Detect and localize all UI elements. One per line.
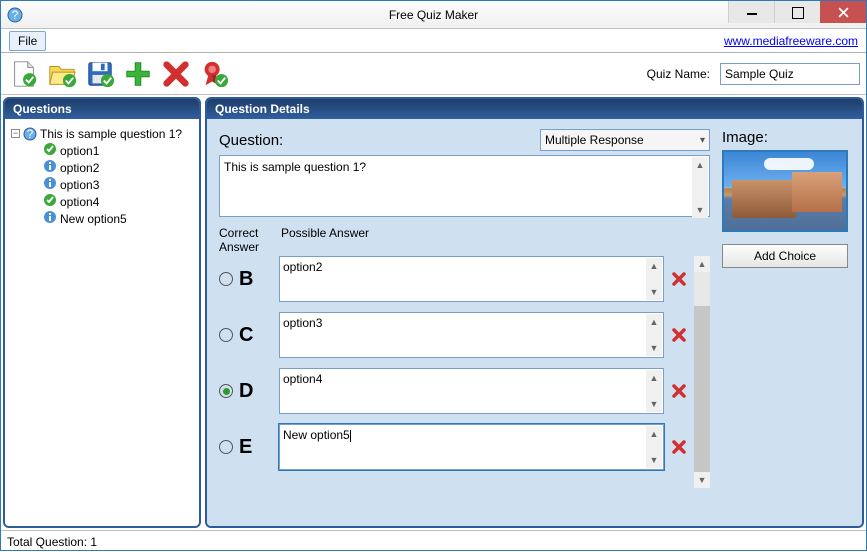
correct-answer-radio[interactable] [219,384,233,398]
chevron-down-icon: ▾ [700,135,705,146]
answer-text-input[interactable]: New option5 [279,424,664,470]
delete-answer-button[interactable] [670,382,688,400]
questions-panel-header: Questions [5,99,199,119]
delete-button[interactable] [159,57,193,91]
file-menu[interactable]: File [9,31,46,51]
scroll-down-icon[interactable]: ▼ [692,202,708,218]
svg-text:?: ? [27,127,34,141]
scroll-down-icon[interactable]: ▼ [646,396,662,412]
scroll-down-icon[interactable]: ▼ [646,284,662,300]
scrollbar-thumb[interactable] [694,306,710,472]
tree-item[interactable]: option1 [7,142,197,159]
answer-scrollbar[interactable]: ▲ ▼ [646,258,662,300]
check-icon [43,142,57,159]
tree-root[interactable]: − ? This is sample question 1? [7,125,197,142]
answer-scrollbar[interactable]: ▲ ▼ [646,426,662,468]
title-bar: ? Free Quiz Maker [1,1,866,29]
image-label: Image: [722,129,850,146]
answer-row: C option3 ▲ ▼ [219,312,688,358]
question-label: Question: [219,132,283,149]
tree-item[interactable]: option4 [7,193,197,210]
question-type-value: Multiple Response [545,133,644,147]
new-quiz-button[interactable] [7,57,41,91]
toolbar: Quiz Name: [1,53,866,95]
question-image[interactable] [722,150,848,232]
tree-item-label: option4 [60,195,99,209]
scroll-up-icon[interactable]: ▲ [646,370,662,386]
answer-row: E New option5 ▲ ▼ [219,424,688,470]
scroll-down-icon[interactable]: ▼ [646,340,662,356]
answer-text-input[interactable]: option4 [279,368,664,414]
tree-root-label: This is sample question 1? [40,127,182,141]
delete-answer-button[interactable] [670,270,688,288]
open-quiz-button[interactable] [45,57,79,91]
award-button[interactable] [197,57,231,91]
correct-answer-radio[interactable] [219,328,233,342]
delete-answer-button[interactable] [670,326,688,344]
correct-answer-radio[interactable] [219,272,233,286]
question-text-input[interactable] [219,155,710,217]
question-scrollbar[interactable]: ▲ ▼ [692,157,708,218]
tree-item[interactable]: New option5 [7,210,197,227]
answer-text-input[interactable]: option2 [279,256,664,302]
tree-item[interactable]: option2 [7,159,197,176]
info-icon [43,176,57,193]
scroll-up-icon[interactable]: ▲ [646,314,662,330]
save-quiz-button[interactable] [83,57,117,91]
tree-item[interactable]: option3 [7,176,197,193]
scroll-up-icon[interactable]: ▲ [694,256,710,272]
tree-item-label: option3 [60,178,99,192]
info-icon [43,210,57,227]
questions-panel: Questions − ? This is sample question 1?… [3,97,201,528]
answer-scrollbar[interactable]: ▲ ▼ [646,370,662,412]
question-type-select[interactable]: Multiple Response ▾ [540,129,710,151]
scroll-up-icon[interactable]: ▲ [646,426,662,442]
scroll-up-icon[interactable]: ▲ [646,258,662,274]
minimize-button[interactable] [728,1,774,23]
answer-letter: D [239,380,253,403]
answer-row: B option2 ▲ ▼ [219,256,688,302]
correct-answer-header: Correct Answer [219,226,273,254]
add-button[interactable] [121,57,155,91]
correct-answer-radio[interactable] [219,440,233,454]
quiz-name-input[interactable] [720,63,860,85]
scroll-up-icon[interactable]: ▲ [692,157,708,173]
add-choice-button[interactable]: Add Choice [722,244,848,268]
answer-scrollbar[interactable]: ▲ ▼ [646,314,662,356]
window-controls [728,1,866,28]
menu-bar: File www.mediafreeware.com [1,29,866,53]
details-panel: Question Details Question: Multiple Resp… [205,97,864,528]
questions-tree[interactable]: − ? This is sample question 1? option1 op… [5,119,199,233]
answer-text-input[interactable]: option3 [279,312,664,358]
vendor-link[interactable]: www.mediafreeware.com [724,34,858,48]
details-panel-header: Question Details [207,99,862,119]
delete-answer-button[interactable] [670,438,688,456]
check-icon [43,193,57,210]
answer-letter: B [239,268,253,291]
tree-item-label: option2 [60,161,99,175]
question-icon: ? [23,127,37,141]
scroll-down-icon[interactable]: ▼ [694,472,710,488]
total-question-label: Total Question: [7,535,87,549]
scroll-down-icon[interactable]: ▼ [646,452,662,468]
maximize-button[interactable] [774,1,820,23]
tree-item-label: New option5 [60,212,127,226]
tree-item-label: option1 [60,144,99,158]
close-button[interactable] [820,1,866,23]
info-icon [43,159,57,176]
total-question-value: 1 [90,535,97,549]
answer-letter: E [239,436,252,459]
possible-answer-header: Possible Answer [281,226,369,254]
quiz-name-label: Quiz Name: [647,67,710,81]
app-icon: ? [7,7,23,23]
answer-row: D option4 ▲ ▼ [219,368,688,414]
answers-scrollbar[interactable]: ▲ ▼ [694,256,710,488]
status-bar: Total Question: 1 [1,530,866,552]
expand-icon[interactable]: − [11,129,20,138]
answer-letter: C [239,324,253,347]
svg-text:?: ? [12,8,19,22]
